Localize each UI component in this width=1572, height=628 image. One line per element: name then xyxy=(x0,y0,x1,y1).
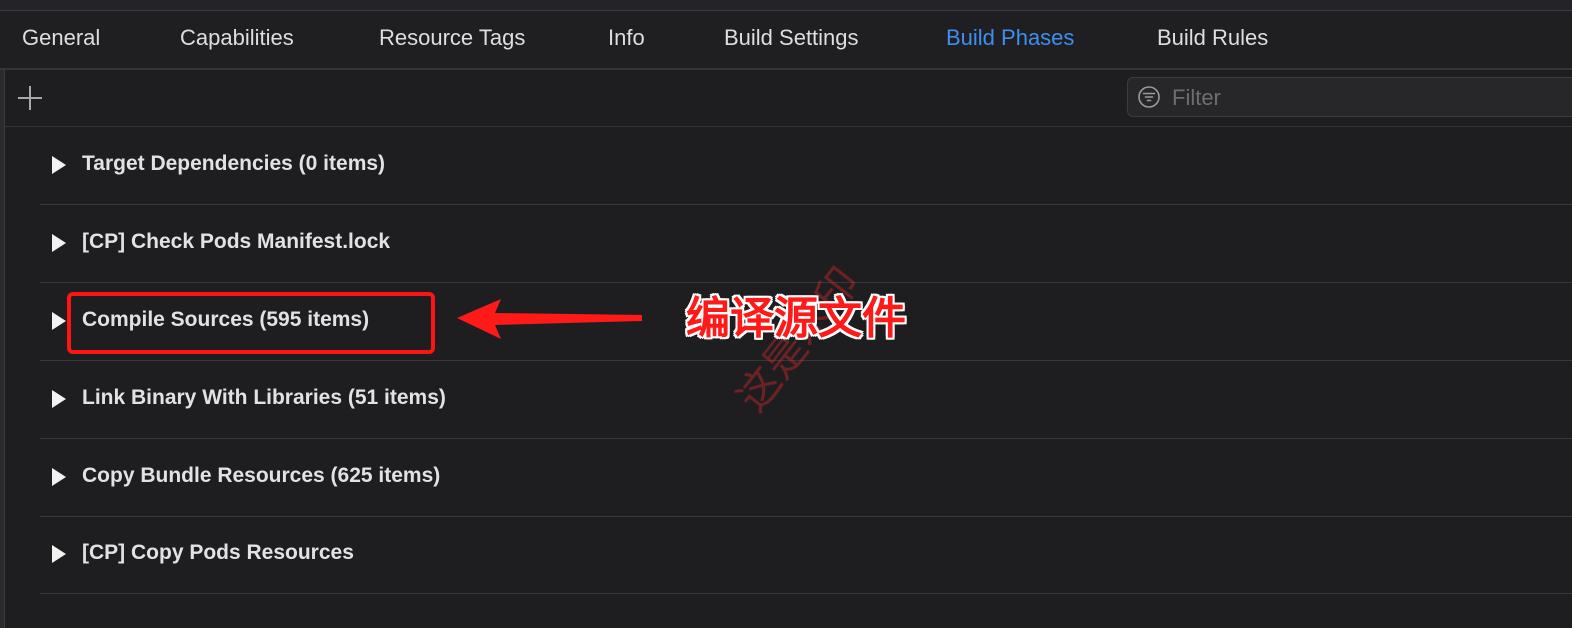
tab-build-settings[interactable]: Build Settings xyxy=(724,11,859,68)
window-top-strip xyxy=(0,0,1572,11)
disclosure-triangle-icon[interactable] xyxy=(52,545,66,563)
editor-tab-bar: General Capabilities Resource Tags Info … xyxy=(0,11,1572,70)
build-phases-toolbar xyxy=(5,70,1572,127)
phase-label: Copy Bundle Resources (625 items) xyxy=(82,464,441,487)
filter-field[interactable] xyxy=(1127,77,1572,117)
phase-copy-bundle-resources[interactable]: Copy Bundle Resources (625 items) xyxy=(40,439,1572,517)
disclosure-triangle-icon[interactable] xyxy=(52,156,66,174)
phase-copy-pods-resources[interactable]: [CP] Copy Pods Resources xyxy=(40,516,1572,594)
tab-general[interactable]: General xyxy=(22,11,100,68)
plus-icon[interactable] xyxy=(17,85,43,111)
disclosure-triangle-icon[interactable] xyxy=(52,390,66,408)
disclosure-triangle-icon[interactable] xyxy=(52,234,66,252)
disclosure-triangle-icon[interactable] xyxy=(52,312,66,330)
phase-label: [CP] Check Pods Manifest.lock xyxy=(82,230,391,253)
disclosure-triangle-icon[interactable] xyxy=(52,468,66,486)
phase-target-dependencies[interactable]: Target Dependencies (0 items) xyxy=(40,127,1572,205)
phase-label: Compile Sources (595 items) xyxy=(82,308,370,331)
phase-label: Link Binary With Libraries (51 items) xyxy=(82,386,446,409)
phase-label: [CP] Copy Pods Resources xyxy=(82,541,354,564)
filter-icon xyxy=(1138,86,1160,108)
phase-compile-sources[interactable]: Compile Sources (595 items) xyxy=(40,283,1572,361)
left-panel-edge xyxy=(0,70,5,628)
phase-check-pods-manifest[interactable]: [CP] Check Pods Manifest.lock xyxy=(40,205,1572,283)
phase-link-binary[interactable]: Link Binary With Libraries (51 items) xyxy=(40,361,1572,439)
tab-build-phases[interactable]: Build Phases xyxy=(946,11,1074,68)
tab-info[interactable]: Info xyxy=(608,11,645,68)
phase-label: Target Dependencies (0 items) xyxy=(82,152,386,175)
filter-input[interactable] xyxy=(1170,82,1554,114)
tab-build-rules[interactable]: Build Rules xyxy=(1157,11,1268,68)
tab-resource-tags[interactable]: Resource Tags xyxy=(379,11,525,68)
tab-capabilities[interactable]: Capabilities xyxy=(180,11,294,68)
